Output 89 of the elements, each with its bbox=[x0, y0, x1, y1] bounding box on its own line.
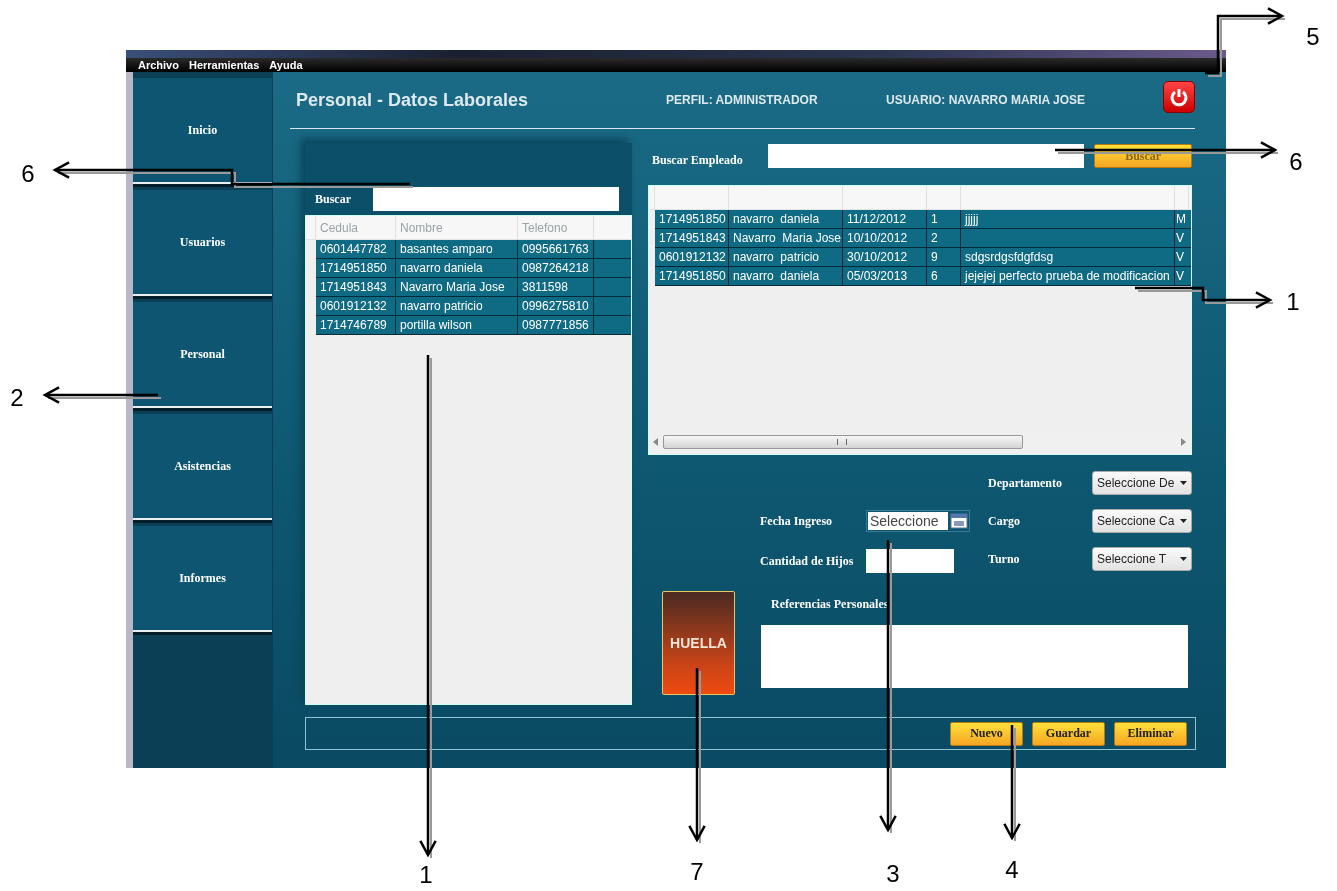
table-cell: navarro patricio bbox=[729, 248, 843, 266]
search-label: Buscar bbox=[315, 191, 351, 207]
table-cell: 1714951850 bbox=[655, 267, 729, 285]
menu-item[interactable]: Herramientas bbox=[188, 59, 260, 71]
table-cell: jejejej perfecto prueba de modificacion bbox=[961, 267, 1175, 285]
table-cell: navarro patricio bbox=[396, 297, 518, 315]
table-cell: navarro daniela bbox=[396, 259, 518, 277]
table-cell: Navarro Maria Jose bbox=[396, 278, 518, 296]
table-cell: 10/10/2012 bbox=[843, 229, 927, 247]
table-cell-text: V bbox=[1175, 268, 1185, 285]
save-button[interactable]: Guardar bbox=[1032, 721, 1105, 746]
callout-number: 3 bbox=[886, 860, 900, 887]
table-cell: 1714951843 bbox=[316, 278, 396, 296]
sidebar-item[interactable]: Personal bbox=[133, 302, 272, 406]
sidebar-item[interactable]: Informes bbox=[133, 526, 272, 630]
field-label: Cargo bbox=[988, 513, 1021, 529]
date-picker[interactable]: Seleccione bbox=[866, 510, 970, 532]
table-cell: portilla wilson bbox=[396, 316, 518, 334]
callout-number: 5 bbox=[1306, 23, 1320, 50]
table-cell: 3811598 bbox=[518, 278, 594, 296]
user-label: USUARIO: NAVARRO MARIA JOSE bbox=[886, 93, 1087, 107]
table-cell: navarro daniela bbox=[729, 267, 843, 285]
dropdown[interactable]: Seleccione T bbox=[1092, 547, 1192, 571]
table-cell: sdgsrdgsfdgfdsg bbox=[961, 248, 1175, 266]
table-cell: 1714746789 bbox=[316, 316, 396, 334]
table-cell: 0987771856 bbox=[518, 316, 594, 334]
menu-item[interactable]: Ayuda bbox=[269, 59, 303, 71]
references-field[interactable] bbox=[761, 625, 1188, 688]
power-button[interactable] bbox=[1163, 81, 1195, 113]
table-cell-text: V bbox=[1175, 249, 1185, 266]
fingerprint-button[interactable]: HUELLA bbox=[662, 591, 735, 695]
menu-item[interactable]: Archivo bbox=[138, 59, 179, 71]
search-label: Buscar Empleado bbox=[651, 151, 744, 168]
callout-number: 2 bbox=[10, 384, 24, 411]
dropdown[interactable]: Seleccione Ca bbox=[1092, 509, 1192, 533]
table-cell-text: M bbox=[1175, 211, 1187, 228]
table-cell: 05/03/2013 bbox=[843, 267, 927, 285]
dropdown[interactable]: Seleccione De bbox=[1092, 471, 1192, 495]
table-cell: 0995661763 bbox=[518, 240, 594, 258]
field-label: Referencias Personales bbox=[770, 596, 890, 613]
table-cell: 0996275810 bbox=[518, 297, 594, 315]
power-icon bbox=[1169, 87, 1189, 107]
table-cell: basantes amparo bbox=[396, 240, 518, 258]
field-label: Fecha Ingreso bbox=[760, 513, 834, 529]
callout-number: 6 bbox=[21, 160, 35, 187]
table-cell: 1714951850 bbox=[316, 259, 396, 277]
callout-number: 1 bbox=[419, 861, 433, 888]
calendar-icon bbox=[950, 513, 968, 529]
caret-icon bbox=[1180, 481, 1187, 485]
table-cell: 2 bbox=[927, 229, 961, 247]
column-header: Telefono bbox=[518, 216, 594, 239]
table-cell: Navarro Maria Jose bbox=[729, 229, 843, 247]
sidebar-item[interactable]: Asistencias bbox=[133, 414, 272, 518]
table-cell: navarro daniela bbox=[729, 210, 843, 228]
page-title: Personal - Datos Laborales bbox=[296, 89, 530, 111]
table-cell: jjjjj bbox=[961, 210, 1175, 228]
table-cell: 9 bbox=[927, 248, 961, 266]
table-cell-text: V bbox=[1175, 230, 1185, 247]
right-arrow-icon[interactable] bbox=[1181, 438, 1187, 446]
table-cell: 30/10/2012 bbox=[843, 248, 927, 266]
field-label: Cantidad de Hijos bbox=[760, 553, 855, 569]
left-arrow-icon[interactable] bbox=[653, 438, 659, 446]
profile-label: PERFIL: ADMINISTRADOR bbox=[666, 93, 819, 107]
field-label: Turno bbox=[988, 551, 1021, 567]
employee-search-field[interactable] bbox=[767, 144, 1085, 168]
field-label: Departamento bbox=[988, 475, 1063, 491]
table-cell: 1 bbox=[927, 210, 961, 228]
table-cell: 1714951843 bbox=[655, 229, 729, 247]
callout-number: 4 bbox=[1005, 856, 1019, 883]
table-cell: 11/12/2012 bbox=[843, 210, 927, 228]
table-cell: 0601912132 bbox=[316, 297, 396, 315]
callout-number: 7 bbox=[690, 858, 704, 885]
table-cell: 0601447782 bbox=[316, 240, 396, 258]
new-button[interactable]: Nuevo bbox=[950, 721, 1023, 746]
column-header: Cedula bbox=[316, 216, 396, 239]
search-field[interactable] bbox=[373, 187, 619, 211]
column-header: Nombre bbox=[396, 216, 518, 239]
caret-icon bbox=[1180, 557, 1187, 561]
sidebar-item[interactable]: Inicio bbox=[133, 78, 272, 182]
table-cell: 0987264218 bbox=[518, 259, 594, 277]
callout-number: 1 bbox=[1286, 288, 1300, 315]
table-cell: 6 bbox=[927, 267, 961, 285]
sidebar-item[interactable]: Usuarios bbox=[133, 190, 272, 294]
delete-button[interactable]: Eliminar bbox=[1114, 721, 1187, 746]
caret-icon bbox=[1180, 519, 1187, 523]
table-cell: 1714951850 bbox=[655, 210, 729, 228]
number-field[interactable] bbox=[866, 549, 954, 573]
callout-number: 6 bbox=[1289, 148, 1303, 175]
table-cell: 0601912132 bbox=[655, 248, 729, 266]
